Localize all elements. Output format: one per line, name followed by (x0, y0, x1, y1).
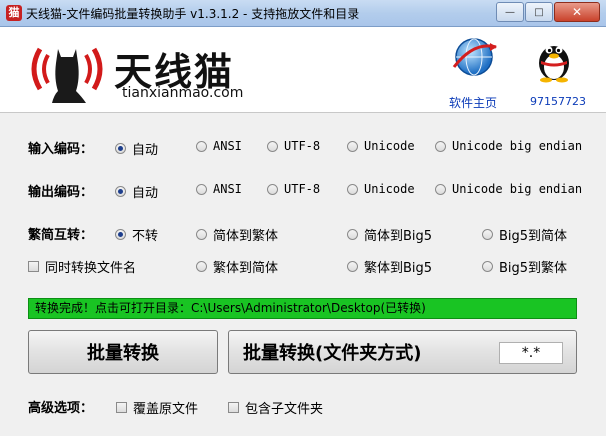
output-encoding-auto-radio[interactable]: 自动 (115, 182, 158, 201)
radio-icon (347, 261, 358, 272)
convert-simp-to-big5-radio[interactable]: 简体到Big5 (347, 225, 432, 244)
radio-icon (196, 183, 207, 195)
input-encoding-unicode-be-radio[interactable]: Unicode big endian (435, 139, 582, 153)
home-page-link[interactable]: 软件主页 (449, 94, 497, 111)
title-bar[interactable]: 猫 天线猫-文件编码批量转换助手 v1.3.1.2 - 支持拖放文件和目录 — … (0, 0, 606, 27)
logo-url: tianxianmao.com (122, 85, 244, 101)
radio-icon (267, 183, 278, 195)
qq-number-link[interactable]: 97157723 (530, 95, 586, 108)
radio-icon (482, 229, 493, 240)
radio-icon (196, 140, 207, 152)
checkbox-icon (228, 402, 239, 413)
app-icon: 猫 (6, 5, 22, 21)
radio-icon (435, 140, 446, 152)
convert-mode-label: 繁简互转： (28, 228, 94, 243)
radio-icon (196, 261, 207, 272)
convert-none-radio[interactable]: 不转 (115, 225, 158, 244)
input-encoding-auto-radio[interactable]: 自动 (115, 139, 158, 158)
output-encoding-ansi-radio[interactable]: ANSI (196, 182, 242, 196)
rename-files-checkbox[interactable]: 同时转换文件名 (28, 257, 136, 276)
input-encoding-label: 输入编码： (28, 142, 94, 157)
batch-convert-button[interactable]: 批量转换 (28, 330, 218, 374)
checkbox-icon (116, 402, 127, 413)
radio-icon (435, 183, 446, 195)
overwrite-original-checkbox[interactable]: 覆盖原文件 (116, 398, 198, 417)
radio-icon (482, 261, 493, 272)
convert-big5-to-trad-radio[interactable]: Big5到繁体 (482, 257, 567, 276)
include-subfolders-checkbox[interactable]: 包含子文件夹 (228, 398, 323, 417)
close-button[interactable]: ✕ (554, 2, 600, 22)
input-encoding-utf8-radio[interactable]: UTF-8 (267, 139, 320, 153)
convert-trad-to-big5-radio[interactable]: 繁体到Big5 (347, 257, 432, 276)
input-encoding-unicode-radio[interactable]: Unicode (347, 139, 415, 153)
output-encoding-label: 输出编码： (28, 185, 94, 200)
output-encoding-unicode-radio[interactable]: Unicode (347, 182, 415, 196)
input-encoding-ansi-radio[interactable]: ANSI (196, 139, 242, 153)
convert-big5-to-simp-radio[interactable]: Big5到简体 (482, 225, 567, 244)
radio-selected-icon (115, 229, 126, 240)
radio-icon (347, 229, 358, 240)
radio-icon (196, 229, 207, 240)
minimize-button[interactable]: — (496, 2, 524, 22)
radio-icon (347, 183, 358, 195)
extension-filter-input[interactable]: *.* (499, 342, 563, 364)
cat-logo-icon (31, 47, 103, 103)
advanced-options-label: 高级选项： (28, 401, 94, 416)
radio-icon (347, 140, 358, 152)
window-title: 天线猫-文件编码批量转换助手 v1.3.1.2 - 支持拖放文件和目录 (26, 7, 360, 21)
convert-simp-to-trad-radio[interactable]: 简体到繁体 (196, 225, 278, 244)
globe-icon[interactable] (450, 33, 498, 81)
radio-icon (267, 140, 278, 152)
checkbox-icon (28, 261, 39, 272)
convert-trad-to-simp-radio[interactable]: 繁体到简体 (196, 257, 278, 276)
output-encoding-utf8-radio[interactable]: UTF-8 (267, 182, 320, 196)
output-encoding-unicode-be-radio[interactable]: Unicode big endian (435, 182, 582, 196)
radio-selected-icon (115, 186, 126, 197)
status-open-folder-link[interactable]: 转换完成！点击可打开目录：C:\Users\Administrator\Desk… (28, 298, 577, 319)
radio-selected-icon (115, 143, 126, 154)
header-banner: 天线猫 tianxianmao.com 软件主页 97157723 (0, 27, 606, 113)
maximize-button[interactable]: □ (525, 2, 553, 22)
qq-penguin-icon[interactable] (533, 35, 575, 83)
